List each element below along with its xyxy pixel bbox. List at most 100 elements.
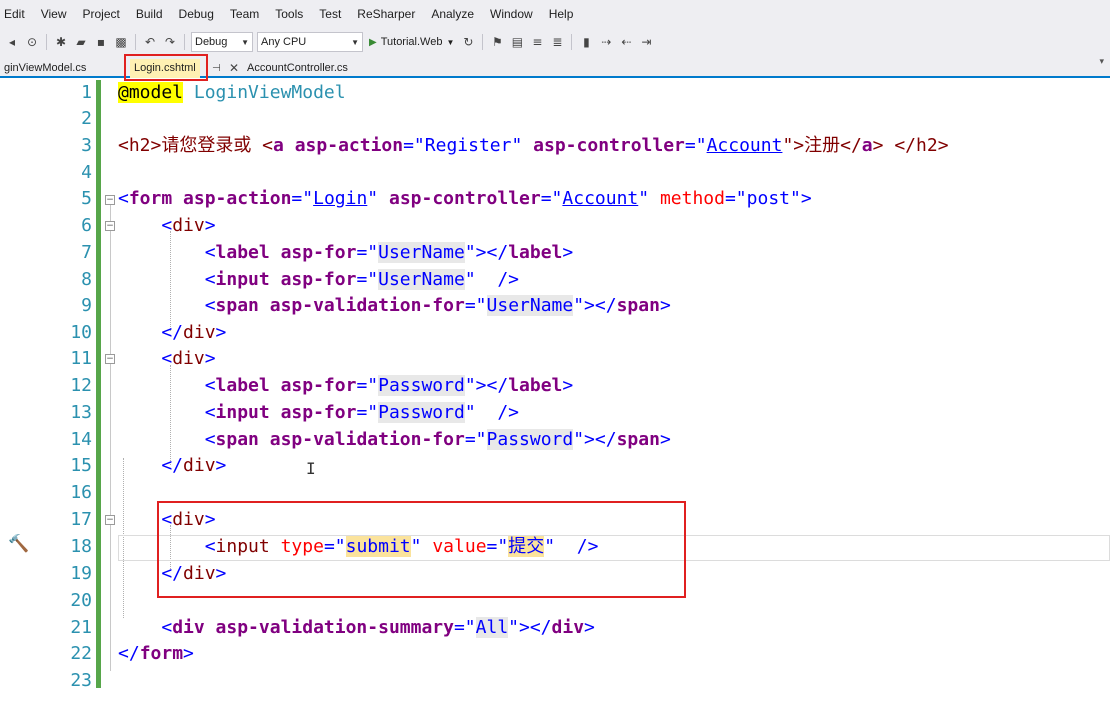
menu-analyze[interactable]: Analyze [423, 0, 482, 28]
menu-edit[interactable]: Edit [0, 0, 33, 28]
model-type: LoginViewModel [193, 82, 346, 103]
code-token: "></ [464, 242, 509, 263]
close-icon[interactable]: ✕ [229, 59, 239, 78]
pin-icon[interactable]: ⊣ [212, 59, 221, 78]
menu-view[interactable]: View [33, 0, 75, 28]
toolbar-separator [482, 34, 484, 50]
code-line-5: <form asp-action="Login" asp-controller=… [118, 186, 812, 212]
play-icon: ▶ [369, 36, 377, 48]
chevron-down-icon: ▼ [241, 37, 249, 47]
solution-platform-select[interactable]: Any CPU ▼ [257, 32, 363, 52]
menu-build[interactable]: Build [128, 0, 171, 28]
open-file-icon[interactable]: ▰ [73, 34, 89, 50]
previous-bookmark-icon[interactable]: ⇠ [618, 34, 634, 50]
code-token: a [273, 135, 284, 156]
code-token: asp-for [280, 375, 357, 396]
tab-overflow-icon[interactable]: ▾ [1099, 57, 1104, 67]
mouse-cursor-icon: I [306, 459, 316, 478]
code-token: Account [562, 188, 639, 209]
code-token: < [118, 348, 173, 369]
uncomment-icon[interactable]: ≣ [549, 34, 565, 50]
collapse-icon[interactable]: − [105, 354, 115, 364]
code-token: </ [118, 643, 140, 664]
collapse-icon[interactable]: − [105, 515, 115, 525]
code-token: Account [706, 135, 783, 156]
menu-tools[interactable]: Tools [267, 0, 311, 28]
code-token: Password [378, 375, 465, 396]
refresh-icon[interactable]: ↻ [460, 34, 476, 50]
razor-directive: @model [118, 82, 184, 103]
navigate-back-icon[interactable]: ◂ [4, 34, 20, 50]
toolbox-icon[interactable]: ▤ [509, 34, 525, 50]
redo-icon[interactable]: ↷ [162, 34, 178, 50]
next-bookmark-icon[interactable]: ⇢ [598, 34, 614, 50]
code-token: UserName [378, 242, 465, 263]
collapse-icon[interactable]: − [105, 221, 115, 231]
code-token: > [562, 375, 574, 396]
toolbar-separator [46, 34, 47, 50]
code-token: asp-controller [533, 135, 685, 156]
line-number: 6 [81, 215, 92, 236]
line-number: 2 [81, 108, 92, 129]
code-token: <h2>请您登录或 < [118, 135, 274, 156]
code-token: > [659, 295, 671, 316]
code-token: Password [378, 402, 465, 423]
quick-action-hammer-icon[interactable]: 🔨 [8, 534, 29, 554]
tab-account-controller[interactable]: AccountController.cs [243, 59, 352, 78]
code-token: UserName [378, 269, 465, 290]
menu-test[interactable]: Test [311, 0, 349, 28]
code-token: asp-validation-summary [215, 617, 454, 638]
code-token: " [367, 188, 379, 209]
code-line-12: <label asp-for="Password"></label> [118, 373, 573, 399]
line-number: 7 [81, 242, 92, 263]
code-token: div [172, 617, 205, 638]
line-number: 9 [81, 295, 92, 316]
collapse-icon[interactable]: − [105, 195, 115, 205]
save-icon[interactable]: ▪ [93, 34, 109, 50]
code-token: > [562, 242, 574, 263]
toolbar-separator [571, 34, 573, 50]
code-token: /> [475, 269, 520, 290]
code-token: < [118, 188, 129, 209]
code-token: =" [403, 135, 425, 156]
code-token: > [215, 322, 227, 343]
code-token: "></ [464, 375, 509, 396]
solution-configuration-select[interactable]: Debug ▼ [191, 32, 253, 52]
browser-link-icon[interactable]: ⚑ [489, 34, 505, 50]
code-token: "> [790, 188, 812, 209]
start-debugging-button[interactable]: ▶ Tutorial.Web ▼ [369, 36, 454, 48]
chevron-down-icon: ▼ [446, 37, 455, 47]
code-token: span [215, 295, 259, 316]
code-editor[interactable]: 1 2 3 4 5 6 7 8 9 10 11 12 13 14 15 16 1… [0, 78, 1110, 721]
code-token: =" [464, 295, 487, 316]
line-number: 11 [70, 348, 92, 369]
new-project-icon[interactable]: ✱ [53, 34, 69, 50]
menu-debug[interactable]: Debug [171, 0, 222, 28]
tab-login-view-model[interactable]: ginViewModel.cs [0, 59, 90, 78]
menu-window[interactable]: Window [482, 0, 541, 28]
menu-project[interactable]: Project [74, 0, 127, 28]
code-token: asp-controller [388, 188, 541, 209]
line-number: 15 [70, 455, 92, 476]
menu-resharper[interactable]: ReSharper [349, 0, 423, 28]
code-token: All [475, 617, 509, 638]
code-token: =" [684, 135, 707, 156]
clear-bookmarks-icon[interactable]: ⇥ [638, 34, 654, 50]
undo-icon[interactable]: ↶ [142, 34, 158, 50]
navigate-forward-icon[interactable]: ⊙ [24, 34, 40, 50]
bookmark-icon[interactable]: ▮ [578, 34, 594, 50]
save-all-icon[interactable]: ▩ [113, 34, 129, 50]
code-token: asp-validation-for [269, 295, 465, 316]
code-line-22: </form> [118, 641, 194, 667]
code-token: div [172, 348, 205, 369]
menu-team[interactable]: Team [222, 0, 267, 28]
menu-help[interactable]: Help [541, 0, 582, 28]
comment-icon[interactable]: ≡ [529, 34, 545, 50]
code-token: < [118, 269, 216, 290]
code-line-15: </div> [118, 453, 226, 479]
code-token: post [746, 188, 791, 209]
